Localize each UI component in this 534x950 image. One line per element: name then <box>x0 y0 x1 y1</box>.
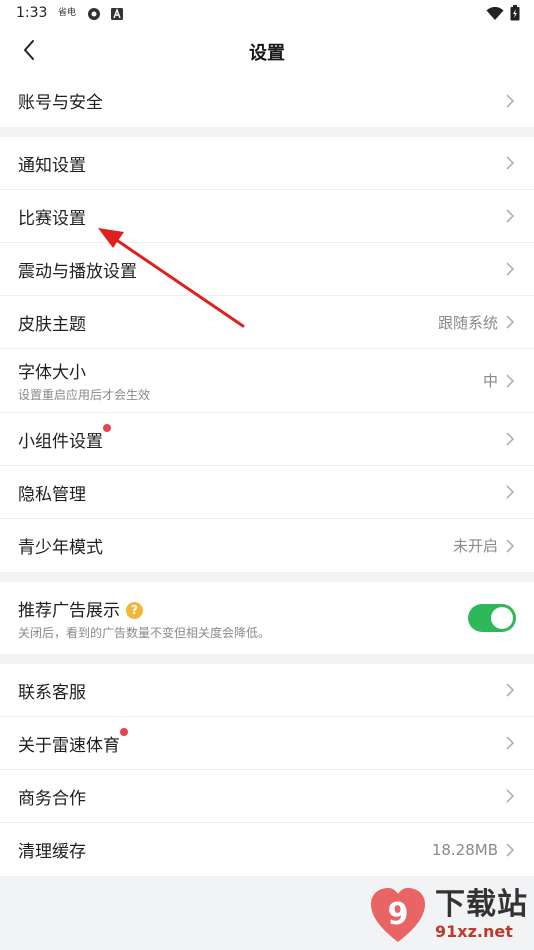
settings-item-label: 关于雷速体育 <box>18 727 128 756</box>
chevron-right-icon <box>506 842 515 857</box>
page-title: 设置 <box>249 43 285 64</box>
settings-item-label: 小组件设置 <box>18 423 111 452</box>
settings-item-value: 跟随系统 <box>437 313 498 332</box>
chevron-right-icon <box>506 156 515 170</box>
battery-icon <box>510 5 520 25</box>
chevron-right-icon <box>506 315 515 329</box>
notification-dot <box>120 727 128 736</box>
settings-item-value: 中 <box>482 372 498 390</box>
settings-item-label: 震动与播放设置 <box>18 261 137 282</box>
settings-group-about: 联系客服 关于雷速体育 商务合作 清理缓存 18.28MB <box>0 664 534 876</box>
chevron-right-icon <box>506 373 515 388</box>
settings-item-label: 推荐广告展示 <box>18 600 120 621</box>
settings-item-label: 隐私管理 <box>18 484 86 505</box>
notification-dot <box>103 423 111 432</box>
settings-group-general: 通知设置 比赛设置 震动与播放设置 皮肤主题 跟随系统 字体大小 设置重启应用后… <box>0 137 534 572</box>
settings-item-label: 皮肤主题 <box>18 314 86 335</box>
status-left-icons: 省电 <box>58 6 126 20</box>
settings-item-label: 比赛设置 <box>18 208 86 229</box>
chevron-right-icon <box>506 789 515 803</box>
watermark-text: 下载站 <box>435 887 528 922</box>
settings-item-label: 联系客服 <box>18 682 86 703</box>
power-save-icon: 省电 <box>58 8 77 18</box>
app-notification-icon <box>86 6 102 20</box>
chevron-right-icon <box>506 485 515 499</box>
chevron-right-icon <box>506 432 515 446</box>
settings-item-account-security[interactable]: 账号与安全 <box>0 74 534 127</box>
settings-item-about[interactable]: 关于雷速体育 <box>0 717 534 770</box>
settings-item-value: 18.28MB <box>431 840 498 859</box>
settings-item-privacy[interactable]: 隐私管理 <box>0 466 534 519</box>
settings-item-business[interactable]: 商务合作 <box>0 770 534 823</box>
wifi-icon <box>486 6 504 25</box>
settings-item-subtitle: 设置重启应用后才会生效 <box>18 388 151 402</box>
settings-item-recommended-ads: 推荐广告展示? 关闭后，看到的广告数量不变但相关度会降低。 <box>0 582 534 654</box>
status-right-icons <box>486 5 520 25</box>
settings-group-account: 账号与安全 <box>0 74 534 127</box>
settings-item-font-size[interactable]: 字体大小 设置重启应用后才会生效 中 <box>0 349 534 413</box>
svg-text:9: 9 <box>388 897 409 932</box>
settings-item-value: 未开启 <box>452 537 498 555</box>
chevron-right-icon <box>506 209 515 223</box>
settings-item-customer-service[interactable]: 联系客服 <box>0 664 534 717</box>
chevron-right-icon <box>506 93 515 108</box>
status-bar: 1:33 省电 <box>0 0 534 26</box>
watermark-url: 91xz.net <box>435 922 513 941</box>
chevron-right-icon <box>506 538 515 553</box>
help-icon[interactable]: ? <box>126 601 143 619</box>
settings-item-label: 字体大小 <box>18 363 86 383</box>
ads-toggle-switch[interactable] <box>468 604 516 632</box>
settings-item-skin-theme[interactable]: 皮肤主题 跟随系统 <box>0 296 534 349</box>
settings-item-clear-cache[interactable]: 清理缓存 18.28MB <box>0 823 534 876</box>
settings-item-notifications[interactable]: 通知设置 <box>0 137 534 190</box>
settings-item-youth-mode[interactable]: 青少年模式 未开启 <box>0 519 534 572</box>
settings-item-label: 通知设置 <box>18 155 86 176</box>
settings-item-match-settings[interactable]: 比赛设置 <box>0 190 534 243</box>
settings-item-widgets[interactable]: 小组件设置 <box>0 413 534 466</box>
settings-group-ads: 推荐广告展示? 关闭后，看到的广告数量不变但相关度会降低。 <box>0 582 534 654</box>
chevron-right-icon <box>506 262 515 276</box>
settings-item-subtitle: 关闭后，看到的广告数量不变但相关度会降低。 <box>18 625 271 640</box>
nav-bar: 设置 <box>0 26 534 74</box>
settings-item-label: 商务合作 <box>18 788 86 809</box>
watermark-logo: 9 <box>371 888 425 942</box>
toggle-knob <box>491 607 513 629</box>
settings-item-label: 账号与安全 <box>18 93 103 113</box>
chevron-right-icon <box>506 683 515 697</box>
settings-item-vibration-playback[interactable]: 震动与播放设置 <box>0 243 534 296</box>
a-notification-icon <box>110 6 126 20</box>
settings-item-label: 青少年模式 <box>18 538 103 558</box>
site-watermark: 9 下载站 91xz.net <box>367 884 528 946</box>
settings-item-label: 清理缓存 <box>18 842 86 862</box>
status-time: 1:33 <box>16 5 48 21</box>
chevron-right-icon <box>506 736 515 750</box>
